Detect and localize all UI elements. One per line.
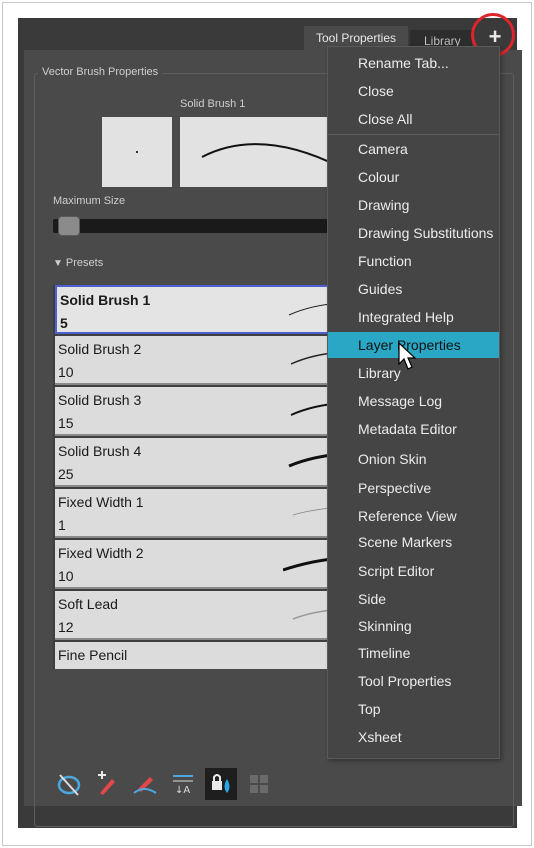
stroke-preview [180, 117, 340, 187]
text-align-button[interactable]: ↓A [167, 768, 199, 800]
preset-name: Solid Brush 4 [58, 443, 142, 459]
preview-stroke-path [201, 143, 340, 168]
preset-size: 5 [60, 315, 68, 331]
menu-item-script-editor[interactable]: Script Editor [328, 558, 499, 584]
brush-tip-preview [102, 117, 172, 187]
menu-item-drawing-substitutions[interactable]: Drawing Substitutions [328, 220, 499, 246]
grid-button[interactable] [243, 768, 275, 800]
preset-size: 12 [58, 619, 74, 635]
preset-name: Fixed Width 2 [58, 545, 144, 561]
menu-item-skinning[interactable]: Skinning [328, 613, 499, 639]
menu-item-metadata-editor[interactable]: Metadata Editor [328, 416, 499, 442]
menu-item-perspective[interactable]: Perspective [328, 475, 499, 501]
menu-item-camera[interactable]: Camera [328, 136, 499, 162]
menu-item-scene-markers[interactable]: Scene Markers [328, 529, 499, 555]
preset-size: 15 [58, 415, 74, 431]
lock-colour-icon [212, 774, 230, 793]
stroke-preview-svg [201, 143, 340, 168]
menu-item-reference-view[interactable]: Reference View [328, 503, 499, 529]
svg-text:↓A: ↓A [175, 785, 190, 796]
preset-size: 25 [58, 466, 74, 482]
menu-item-integrated-help[interactable]: Integrated Help [328, 304, 499, 330]
preset-size: 1 [58, 517, 66, 533]
ellipse-tool-button[interactable] [53, 768, 85, 800]
menu-separator [328, 134, 499, 135]
brush-add-button[interactable] [91, 768, 123, 800]
maximum-size-label: Maximum Size [53, 195, 126, 207]
preset-item[interactable]: Soft Lead 12 [55, 591, 343, 640]
preset-item[interactable]: Solid Brush 3 15 [55, 387, 343, 436]
preset-item[interactable]: Fixed Width 1 1 [55, 489, 343, 538]
menu-item-side[interactable]: Side [328, 586, 499, 612]
menu-item-xsheet[interactable]: Xsheet [328, 724, 499, 750]
tip-dot [136, 151, 138, 153]
preset-item[interactable]: Solid Brush 2 10 [55, 336, 343, 385]
slider-handle[interactable] [58, 216, 80, 236]
brush-edit-button[interactable] [129, 768, 161, 800]
preset-size: 10 [58, 568, 74, 584]
menu-item-close[interactable]: Close [328, 78, 499, 104]
menu-item-guides[interactable]: Guides [328, 276, 499, 302]
menu-item-function[interactable]: Function [328, 248, 499, 274]
mouse-pointer-icon [398, 342, 417, 370]
preset-item[interactable]: Fixed Width 2 10 [55, 540, 343, 589]
preset-list[interactable]: Solid Brush 1 5 Solid Brush 2 10 Solid B… [53, 285, 343, 669]
menu-item-drawing[interactable]: Drawing [328, 192, 499, 218]
collapse-triangle-icon: ▼ [53, 258, 63, 269]
preset-name: Fixed Width 1 [58, 494, 144, 510]
preset-name: Fine Pencil [58, 647, 128, 663]
preset-item[interactable]: Fine Pencil [55, 642, 343, 669]
grid-icon [250, 775, 268, 793]
menu-item-timeline[interactable]: Timeline [328, 640, 499, 666]
preset-name: Solid Brush 2 [58, 341, 142, 357]
menu-item-onion-skin[interactable]: Onion Skin [328, 446, 499, 472]
preset-name: Soft Lead [58, 596, 118, 612]
preset-size: 10 [58, 364, 74, 380]
brush-edit-icon [133, 777, 157, 794]
text-align-icon: ↓A [173, 775, 193, 796]
brush-name-label: Solid Brush 1 [180, 98, 246, 110]
preset-name: Solid Brush 1 [60, 292, 151, 308]
menu-item-message-log[interactable]: Message Log [328, 388, 499, 414]
group-title: Vector Brush Properties [38, 66, 163, 78]
preset-item[interactable]: Solid Brush 4 25 [55, 438, 343, 487]
tab-context-menu: Rename Tab... Close Close All Camera Col… [327, 46, 500, 759]
preset-item[interactable]: Solid Brush 1 5 [55, 285, 343, 334]
maximum-size-slider[interactable] [53, 219, 343, 233]
menu-item-rename-tab[interactable]: Rename Tab... [328, 50, 499, 76]
preset-name: Solid Brush 3 [58, 392, 142, 408]
menu-item-tool-properties[interactable]: Tool Properties [328, 668, 499, 694]
ellipse-tool-icon [57, 774, 81, 796]
brush-add-icon [98, 771, 115, 795]
menu-item-colour[interactable]: Colour [328, 164, 499, 190]
lock-colour-button[interactable] [205, 768, 237, 800]
presets-header[interactable]: ▼ Presets [53, 257, 103, 269]
menu-item-close-all[interactable]: Close All [328, 106, 499, 132]
menu-item-top[interactable]: Top [328, 696, 499, 722]
presets-label: Presets [65, 257, 104, 269]
